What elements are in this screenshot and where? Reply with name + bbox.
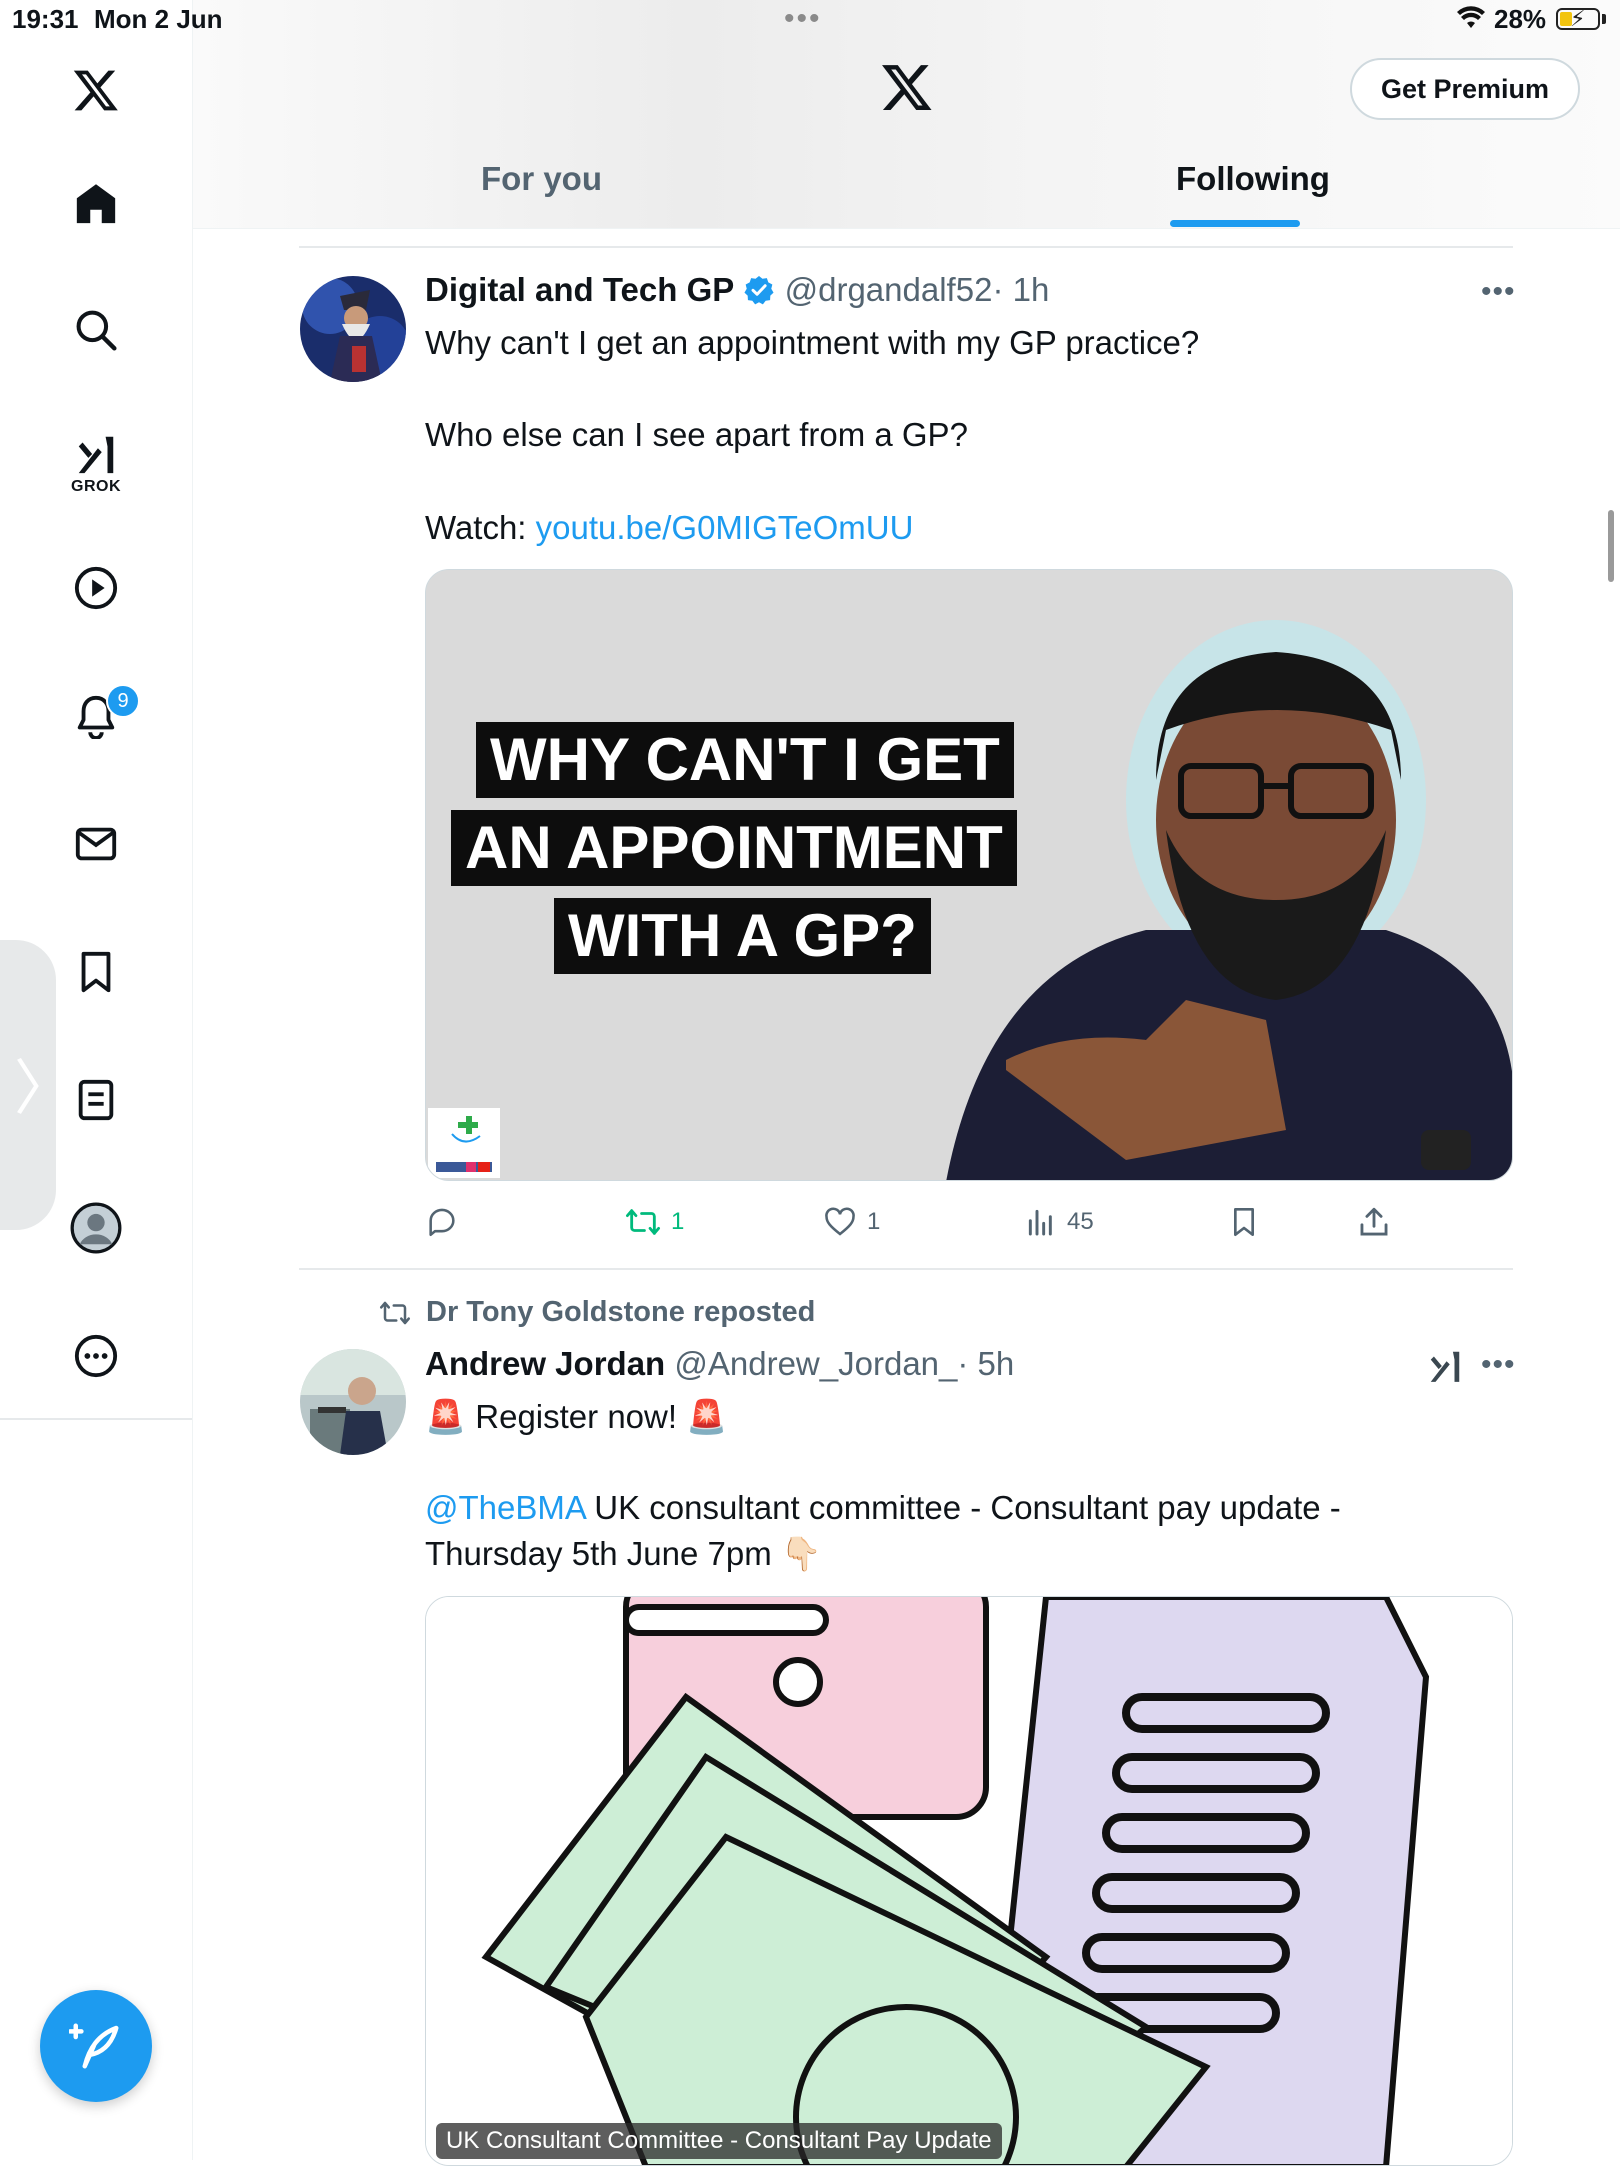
multitask-dots-icon[interactable]: •••	[784, 2, 822, 36]
post-text-rest: UK consultant committee - Consultant pay…	[585, 1489, 1341, 1526]
like-count: 1	[867, 1208, 881, 1235]
author-name[interactable]: Digital and Tech GP	[425, 271, 734, 308]
repost-context[interactable]: Dr Tony Goldstone reposted	[378, 1296, 815, 1329]
get-premium-button[interactable]: Get Premium	[1350, 58, 1580, 120]
post-time[interactable]: · 1h	[992, 271, 1049, 308]
post-divider	[299, 246, 1513, 248]
grok-icon[interactable]	[1425, 1347, 1465, 1390]
active-tab-indicator	[1170, 220, 1300, 227]
status-time: 19:31	[12, 4, 79, 34]
tab-following[interactable]: Following	[1176, 160, 1330, 198]
money-document-illustration	[426, 1597, 1512, 2165]
siren-emoji-icon: 🚨	[425, 1398, 467, 1435]
view-count: 45	[1067, 1208, 1094, 1235]
compose-post-button[interactable]	[40, 1990, 152, 2102]
media-caption: UK Consultant Committee - Consultant Pay…	[436, 2123, 1002, 2159]
compose-post-icon	[69, 2023, 119, 2069]
post-author-row: Andrew Jordan @Andrew_Jordan_· 5h	[425, 1345, 1014, 1383]
lists-icon[interactable]	[66, 1070, 126, 1130]
thumbnail-title-line-3: WITH A GP?	[554, 898, 931, 974]
post-text-line-3: Thursday 5th June 7pm 👇🏻	[425, 1531, 822, 1577]
post-text-line-2: @TheBMA UK consultant committee - Consul…	[425, 1485, 1341, 1531]
battery-percent: 28%	[1494, 4, 1547, 34]
status-date: Mon 2 Jun	[94, 4, 223, 34]
post-text-line-2: Who else can I see apart from a GP?	[425, 416, 968, 453]
post-link[interactable]: youtu.be/G0MIGTeOmUU	[536, 509, 914, 546]
like-icon	[825, 1207, 855, 1236]
battery-icon: ⚡	[1556, 6, 1600, 31]
messages-icon[interactable]	[66, 814, 126, 874]
sidebar-divider	[0, 1418, 192, 1420]
views-icon	[1028, 1209, 1052, 1236]
avatar[interactable]	[300, 276, 406, 382]
x-logo-icon[interactable]	[66, 60, 126, 120]
bookmarks-icon[interactable]	[66, 942, 126, 1002]
post-text-line-3: Watch: youtu.be/G0MIGTeOmUU	[425, 505, 913, 551]
share-button[interactable]	[1357, 1200, 1391, 1244]
wifi-icon	[1456, 6, 1486, 35]
post-actions: 1 1 45	[425, 1200, 1513, 1244]
home-icon[interactable]	[66, 174, 126, 234]
bookmark-button[interactable]	[1228, 1200, 1260, 1244]
pointing-down-emoji-icon: 👇🏻	[780, 1535, 822, 1572]
search-icon[interactable]	[66, 300, 126, 360]
mention-link[interactable]: @TheBMA	[425, 1489, 585, 1526]
watch-label: Watch:	[425, 509, 536, 546]
thumbnail-title-line-1: WHY CAN'T I GET	[476, 722, 1014, 798]
video-icon[interactable]	[66, 558, 126, 618]
thumbnail-title-line-2: AN APPOINTMENT	[451, 810, 1017, 886]
event-image[interactable]: UK Consultant Committee - Consultant Pay…	[425, 1596, 1513, 2166]
video-thumbnail[interactable]: WHY CAN'T I GET AN APPOINTMENT WITH A GP…	[425, 569, 1513, 1181]
repost-count: 1	[671, 1208, 685, 1235]
verified-badge-icon	[744, 276, 774, 305]
reposted-by: Dr Tony Goldstone reposted	[426, 1296, 816, 1328]
like-button[interactable]: 1	[823, 1200, 880, 1244]
author-name[interactable]: Andrew Jordan	[425, 1345, 665, 1382]
post-more-icon[interactable]: •••	[1481, 275, 1516, 309]
scrollbar[interactable]	[1608, 510, 1614, 582]
tab-for-you[interactable]: For you	[481, 160, 602, 198]
sidebar-handle[interactable]: 〉	[0, 940, 74, 1230]
views-button[interactable]: 45	[1025, 1200, 1094, 1244]
egplearning-logo	[428, 1108, 500, 1178]
status-bar: 19:31 Mon 2 Jun ••• 28% ⚡	[0, 0, 1620, 40]
bookmark-icon	[1234, 1208, 1254, 1236]
notifications-badge: 9	[106, 684, 140, 718]
register-text: Register now!	[475, 1398, 678, 1435]
profile-icon[interactable]	[66, 1198, 126, 1258]
reply-icon	[429, 1208, 455, 1237]
siren-emoji-icon: 🚨	[686, 1398, 728, 1435]
post-date-text: Thursday 5th June 7pm	[425, 1535, 772, 1572]
repost-icon	[626, 1209, 660, 1235]
grok-icon[interactable]	[66, 424, 126, 484]
share-icon	[1360, 1207, 1388, 1236]
x-logo-icon[interactable]	[879, 60, 935, 119]
timeline-feed: Digital and Tech GP @drgandalf52· 1h •••…	[193, 229, 1620, 2166]
grok-label: GROK	[71, 478, 121, 495]
more-icon[interactable]	[66, 1326, 126, 1386]
reply-button[interactable]	[425, 1200, 459, 1244]
author-handle[interactable]: @Andrew_Jordan_	[674, 1345, 957, 1382]
post-text-line-1: Why can't I get an appointment with my G…	[425, 324, 1200, 361]
battery-cap	[1602, 14, 1606, 24]
chevron-right-icon: 〉	[14, 1055, 74, 1122]
repost-icon	[380, 1301, 410, 1324]
post-time[interactable]: · 5h	[957, 1345, 1014, 1382]
repost-button[interactable]: 1	[625, 1200, 684, 1244]
post-divider	[299, 1268, 1513, 1270]
post-author-row: Digital and Tech GP @drgandalf52· 1h	[425, 271, 1049, 309]
author-handle[interactable]: @drgandalf52	[785, 271, 993, 308]
avatar[interactable]	[300, 1349, 406, 1455]
post-more-icon[interactable]: •••	[1481, 1348, 1516, 1382]
post-text-line-1: 🚨 Register now! 🚨	[425, 1394, 727, 1440]
